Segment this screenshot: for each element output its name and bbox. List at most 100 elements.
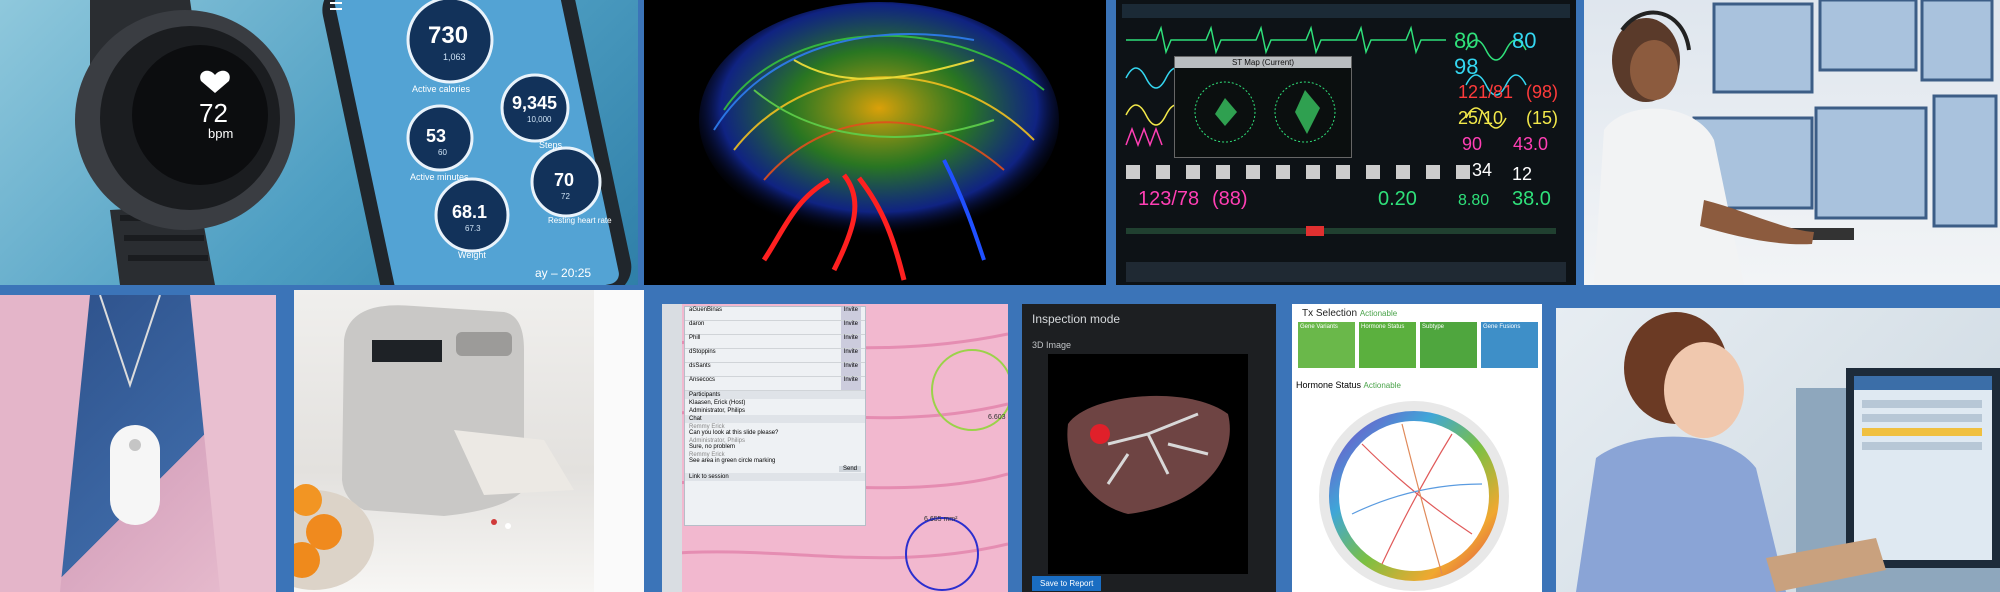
personal-alarm-pendant-photo: [0, 295, 276, 592]
card-gene-variants[interactable]: Gene Variants: [1298, 322, 1355, 368]
participant-name: aGuenBinas: [689, 307, 723, 313]
inspection-mode-viewer: Inspection mode 3D Image Save to Report: [1022, 304, 1276, 592]
chat-message: Remmy Erick Can you look at this slide pl…: [685, 423, 865, 437]
invite-chip[interactable]: Invite: [840, 335, 861, 348]
monitor-value-43: 43.0: [1513, 134, 1549, 154]
host-role: Klaasen, Erick (Host): [689, 400, 746, 406]
card-gene-fusions[interactable]: Gene Fusions: [1481, 322, 1538, 368]
participant-row: dsSants Invite: [685, 363, 865, 377]
nurse-workstation-photo: [1556, 308, 2000, 592]
admin-role: Administrator, Philips: [689, 408, 746, 414]
participant-name: Phill: [689, 335, 701, 341]
chat-message: Administrator, Philips Sure, no problem: [685, 437, 865, 451]
monitor-value-12: 12: [1512, 164, 1533, 184]
card-hormone-status[interactable]: Hormone Status: [1359, 322, 1416, 368]
popup-title: ST Map (Current): [1175, 57, 1351, 68]
save-to-report-button[interactable]: Save to Report: [1032, 576, 1102, 591]
metric-sub: 67.3: [465, 224, 481, 233]
send-button[interactable]: Send: [838, 466, 861, 472]
participant-row: dStoppins Invite: [685, 349, 865, 363]
participant-row: Phill Invite: [685, 335, 865, 349]
section-title: Hormone Status: [1296, 380, 1362, 390]
medication-dispenser-photo: [294, 290, 644, 592]
participant-row: aGuenBinas Invite: [685, 307, 865, 321]
monitor-value-pap-mean: (15): [1526, 108, 1559, 128]
metric-value: 68.1: [452, 202, 488, 222]
metric-value: 730: [428, 22, 469, 49]
st-map-graph: [1194, 81, 1336, 143]
link-to-session[interactable]: Link to session: [685, 473, 865, 481]
monitor-value-b: 8.80: [1458, 192, 1490, 209]
circos-plot: [1319, 401, 1509, 591]
invite-chip[interactable]: Invite: [840, 307, 861, 320]
tx-selection-dashboard: Tx Selection Actionable Gene Variants Ho…: [1292, 304, 1542, 592]
watch-bpm-value: 72: [199, 98, 228, 128]
phone-footer-time: ay – 20:25: [535, 266, 592, 280]
tx-title: Tx Selection: [1302, 308, 1358, 319]
liver-3d-model: [1067, 395, 1230, 514]
section-tag: Actionable: [1363, 381, 1401, 390]
monitor-value-hr2: 80: [1512, 28, 1537, 53]
monitor-bp: 123/78: [1138, 188, 1200, 210]
chat-header[interactable]: Chat: [685, 415, 865, 423]
chat-message: Remmy Erick See area in green circle mark…: [685, 451, 865, 465]
monitor-value-pap: 25/10: [1458, 108, 1504, 128]
remote-monitoring-worker-photo: [1584, 0, 2000, 285]
brain-vessel-render: [699, 2, 1059, 281]
brain-vessel-image: [644, 0, 1106, 285]
participants-header[interactable]: Participants: [685, 391, 865, 399]
participant-name: dStoppins: [689, 349, 716, 355]
participant-name: daron: [689, 321, 705, 327]
message-text: See area in green circle marking: [689, 458, 776, 464]
actionable-tag: Actionable: [1359, 309, 1398, 318]
watch-bpm-unit: bpm: [208, 126, 234, 141]
st-map-popup[interactable]: ST Map (Current): [1174, 56, 1352, 158]
wearable-watch-phone-photo: 72 bpm 730 1,063 Active calories 53 60 A…: [0, 0, 638, 285]
monitor-value-34: 34: [1472, 160, 1493, 180]
invite-chip[interactable]: Invite: [840, 363, 861, 376]
monitor-value-c: 38.0: [1512, 188, 1551, 210]
monitor-value-a: 0.20: [1378, 188, 1417, 210]
participant-row: Ansecocs Invite: [685, 377, 865, 391]
3d-render-viewport[interactable]: [1048, 354, 1248, 574]
metric-label: Steps: [539, 140, 563, 150]
message-text: Sure, no problem: [689, 444, 736, 450]
invite-chip[interactable]: Invite: [840, 349, 861, 362]
metric-label: Active calories: [412, 84, 471, 94]
metric-sub: 1,063: [443, 52, 466, 62]
invite-chip[interactable]: Invite: [840, 321, 861, 334]
image-subtitle: 3D Image: [1032, 340, 1072, 350]
chat-panel[interactable]: aGuenBinas Invite daron Invite Phill Invite…: [684, 306, 866, 526]
invite-chip[interactable]: Invite: [840, 377, 861, 390]
nurse-scene: [1576, 312, 2000, 592]
workstation-scene: [1594, 0, 1998, 285]
section-header: Hormone Status Actionable: [1296, 380, 1401, 390]
monitor-value-spo2: 98: [1454, 54, 1479, 79]
pendant-scene: [0, 295, 276, 592]
metric-value: 53: [426, 126, 447, 146]
participant-name: Ansecocs: [689, 377, 716, 383]
metric-sub: 10,000: [527, 115, 552, 124]
metric-sub: 60: [438, 148, 447, 157]
tool-sidebar: [662, 304, 682, 592]
participant-name: dsSants: [689, 363, 711, 369]
card-subtype[interactable]: Subtype: [1420, 322, 1477, 368]
metric-label: Active minutes: [410, 172, 469, 182]
dispenser-scene: [294, 290, 644, 592]
tx-title-row: Tx Selection Actionable: [1302, 308, 1397, 319]
metric-sub: 72: [561, 192, 570, 201]
inspection-title: Inspection mode: [1032, 312, 1121, 326]
monitor-value-abp-mean: (98): [1526, 82, 1559, 102]
patient-monitor-screen: ST Map (Current) 80 80 98 121/81 (98) 25…: [1116, 0, 1576, 285]
measurement-label: 6.603: [988, 414, 1006, 421]
monitor-bp-mean: (88): [1212, 188, 1248, 210]
metric-value: 70: [554, 170, 575, 190]
metric-label: Resting heart rate: [548, 216, 612, 225]
participant-row: daron Invite: [685, 321, 865, 335]
monitor-value-abp: 121/81: [1458, 82, 1514, 102]
metric-label: Weight: [458, 250, 486, 260]
monitor-value-90: 90: [1462, 134, 1483, 154]
monitor-value-hr: 80: [1454, 28, 1479, 53]
area-measurement-label: 6.655 mm²: [924, 516, 958, 523]
digital-pathology-session: aGuenBinas Invite daron Invite Phill Invite…: [662, 304, 1008, 592]
